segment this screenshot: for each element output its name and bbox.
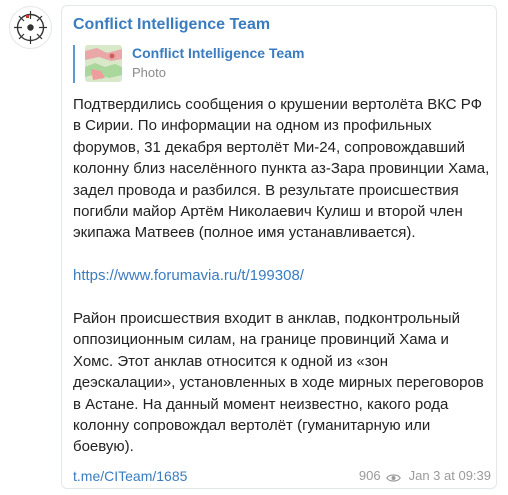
eye-icon — [385, 471, 401, 482]
view-count: 906 — [358, 468, 381, 483]
forwarded-title: Conflict Intelligence Team — [132, 45, 305, 61]
channel-avatar[interactable] — [9, 6, 52, 49]
message-footer: t.me/CITeam/1685 906 Jan 3 at 09:39 — [73, 468, 491, 486]
message-meta: 906 Jan 3 at 09:39 — [359, 468, 491, 483]
message-paragraph: Подтвердились сообщения о крушении верто… — [73, 96, 490, 242]
channel-logo-icon — [14, 11, 47, 44]
message-text: Подтвердились сообщения о крушении верто… — [73, 94, 491, 458]
forwarded-subtitle: Photo — [132, 65, 166, 80]
channel-name[interactable]: Conflict Intelligence Team — [73, 16, 270, 34]
message-date[interactable]: Jan 3 at 09:39 — [409, 468, 491, 483]
message-paragraph: Район происшествия входит в анклав, подк… — [73, 310, 484, 456]
post-permalink[interactable]: t.me/CITeam/1685 — [73, 468, 187, 484]
forum-link[interactable]: https://www.forumavia.ru/t/199308/ — [73, 267, 304, 284]
forwarded-photo-thumbnail[interactable] — [85, 45, 122, 82]
forwarded-preview[interactable]: Conflict Intelligence Team Photo — [73, 45, 373, 83]
